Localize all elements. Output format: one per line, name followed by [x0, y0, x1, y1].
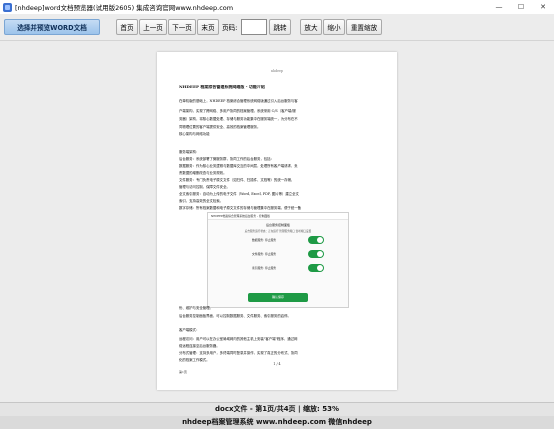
shot-heading: 后台服务控制面板	[265, 223, 290, 227]
doc-line: 远程访问：用户可以在办公室局域网内的其他主机上安装"客户端"程序，通过网	[179, 337, 298, 341]
window-title: [nhdeep]word文档预览器(试用版2605) 集成咨询官网www.nhd…	[15, 4, 234, 12]
doc-line: 同物理位置的客户端提供安全、高效的档案管理服务。	[179, 125, 261, 129]
page-number-input[interactable]	[241, 19, 267, 35]
doc-header: nhdeep	[271, 69, 283, 73]
page-number-label: 页码:	[222, 24, 238, 32]
doc-line: 在单机版的基础上，NHDEEP 档案综合管理系统网络版通过引入后台服务与客	[179, 99, 298, 103]
doc-line: 文件服务：专门负责电子原文文件（如扫件、扫描件、文档等）的统一存储、	[179, 178, 295, 182]
doc-line: 管理与访问控制，保障文件安全。	[179, 185, 230, 189]
doc-line: 务器）架构，将核心数据处理、存储与服务功能集中在服务端统一，为分布在不	[179, 117, 298, 121]
doc-line: 后台服务：系统部署了微服务群，协同工作的后台服务，包括：	[179, 157, 274, 161]
shot-titlebar: NHDEEP档案综合管理系统后台服务 - 控制面板	[208, 213, 348, 220]
doc-line: 全文索引服务：自动为上传的电子文件（Word, Excel, PDF, 图片等）…	[179, 192, 299, 196]
zoom-in-button[interactable]: 放大	[300, 19, 322, 35]
open-preview-button[interactable]: 选择并预览WORD文档	[4, 19, 100, 35]
reset-zoom-button[interactable]: 重置缩放	[346, 19, 382, 35]
doc-line: 份、维护与安全管理。	[179, 306, 213, 310]
last-page-button[interactable]: 末页	[197, 19, 219, 35]
doc-title: NHDEEP 档案综合管理系统网络版 - 功能介绍	[179, 85, 265, 89]
footer-bar: nhdeep档案管理系统 www.nhdeep.com 微信nhdeep	[0, 416, 554, 429]
doc-line: 数据服务：作为核心业务逻辑与数据库交互的中间层，处理所有客户端请求，负	[179, 164, 298, 168]
app-icon	[3, 2, 12, 12]
doc-corner-note: 第1页	[179, 370, 187, 374]
maximize-icon[interactable]: ☐	[510, 0, 532, 14]
service-label: 索引服务: 停止服务	[252, 266, 277, 270]
service-label: 数据服务: 停止服务	[252, 238, 277, 242]
next-page-button[interactable]: 下一页	[168, 19, 196, 35]
service-row: 数据服务: 停止服务	[208, 233, 348, 247]
prev-page-button[interactable]: 上一页	[139, 19, 167, 35]
window-controls: — ☐ ✕	[488, 0, 554, 14]
document-page: nhdeep NHDEEP 档案综合管理系统网络版 - 功能介绍 在单机版的基础…	[157, 52, 397, 390]
doc-page-footer: 1 / 4	[273, 362, 281, 366]
status-bar: docx文件 - 第1页/共4页 | 缩放: 53%	[0, 402, 554, 416]
service-row: 索引服务: 停止服务	[208, 261, 348, 275]
toggle-switch	[308, 264, 324, 272]
doc-line: 索引，支持高效的全文检索。	[179, 199, 224, 203]
doc-line: 络远程连接至后台服务器。	[179, 344, 220, 348]
toolbar: 选择并预览WORD文档 首页 上一页 下一页 末页 页码: 跳转 放大 缩小 重…	[0, 14, 554, 41]
toggle-switch	[308, 250, 324, 258]
doc-line: 核心架构与网络功能	[179, 132, 210, 136]
doc-line: 分布式管理：支持多用户，多终端同时登录并操作，实现了真正的分布式、协同	[179, 351, 298, 355]
doc-line: 后台服务控制面板界面，可以控制数据服务、文件服务、索引服务的启停。	[179, 314, 291, 318]
doc-line: 责数据的增删改查与业务规则。	[179, 171, 227, 175]
title-bar: [nhdeep]word文档预览器(试用版2605) 集成咨询官网www.nhd…	[0, 0, 554, 14]
first-page-button[interactable]: 首页	[116, 19, 138, 35]
service-row: 文件服务: 停止服务	[208, 247, 348, 261]
doc-line: 数字存储：所有档案数据和电子原文文件的存储与管理集中在服务端，便于统一备	[179, 206, 302, 210]
zoom-out-button[interactable]: 缩小	[323, 19, 345, 35]
shot-confirm-button: 确认保存	[248, 293, 308, 302]
close-icon[interactable]: ✕	[532, 0, 554, 14]
toggle-switch	[308, 236, 324, 244]
embedded-screenshot: NHDEEP档案综合管理系统后台服务 - 控制面板 后台服务控制面板 后台服务运…	[207, 212, 349, 308]
doc-line: 客户端模式：	[179, 328, 200, 332]
doc-line: 服务端架构:	[179, 150, 198, 154]
doc-line: 户端架构，实现了跨网络、多用户协同的档案管理。系统采用 C/S（客户端/服	[179, 109, 296, 113]
jump-button[interactable]: 跳转	[269, 19, 291, 35]
document-viewer[interactable]: nhdeep NHDEEP 档案综合管理系统网络版 - 功能介绍 在单机版的基础…	[0, 41, 554, 402]
minimize-icon[interactable]: —	[488, 0, 510, 14]
service-label: 文件服务: 停止服务	[252, 252, 277, 256]
